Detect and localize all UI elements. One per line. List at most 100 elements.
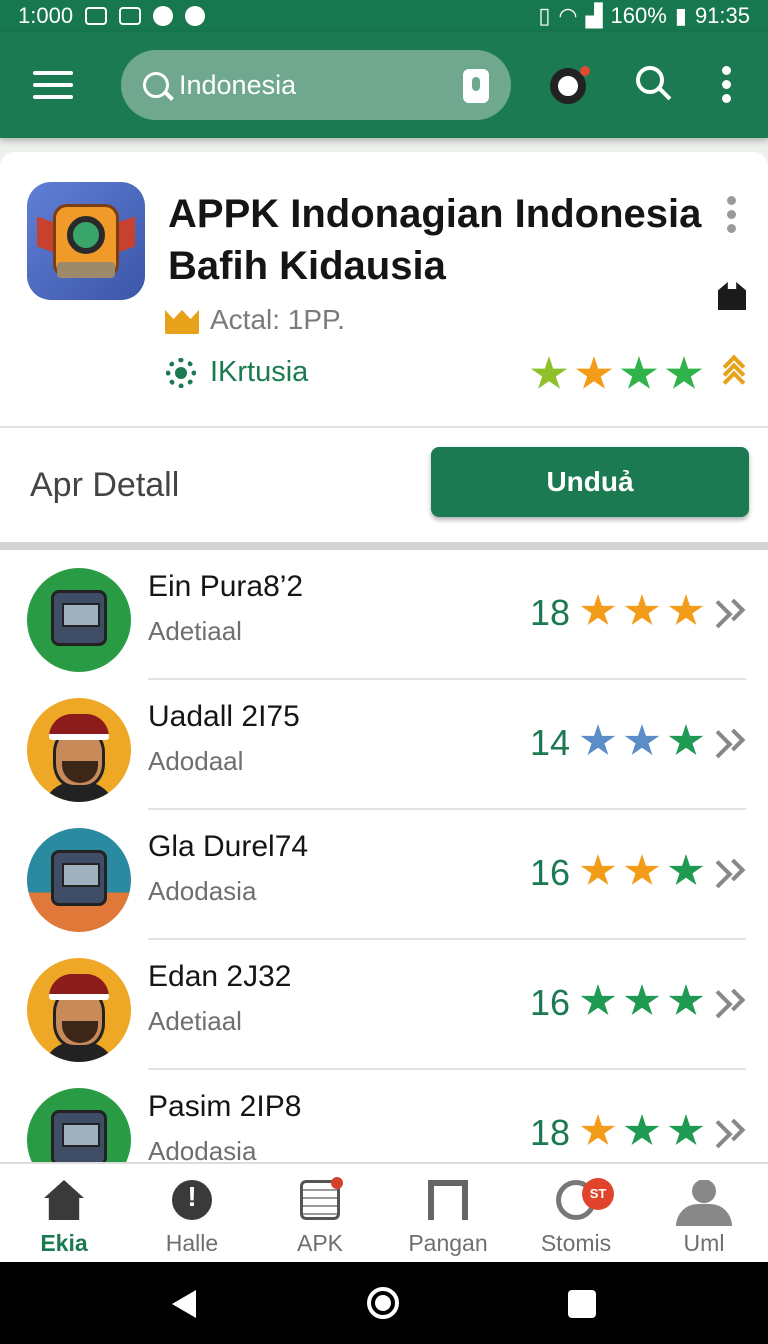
nav-item-label: Ekia [40,1230,88,1256]
list-item[interactable]: Edan 2J32 Adetiaal 16 [0,940,768,1070]
nav-item-pangan[interactable]: Pangan [384,1164,512,1264]
chevron-right-icon[interactable] [722,598,746,622]
star-icon [624,854,660,885]
developer-link[interactable]: IKrtusia [210,356,308,389]
star-icon [580,854,616,885]
app-rating-stars [530,356,703,392]
nav-item-label: Uml [683,1230,725,1256]
chevron-right-icon[interactable] [722,858,746,882]
list-item-subtitle: Adodasia [148,1136,257,1162]
star-icon [580,724,616,755]
more-options-icon[interactable] [722,66,732,108]
list-item-rating [580,854,704,888]
list-item-name: Gla Durel74 [148,830,309,863]
star-icon [668,594,704,625]
status-time-left: 1:000 [18,3,74,28]
app-title-line1: APPK Indonagian Indonesia [168,192,702,236]
alert-icon [172,1180,212,1220]
nav-item-label: Stomis [540,1230,612,1256]
star-icon [530,356,568,389]
battery-percent: 160% [610,3,667,28]
list-item-count: 18 [530,1112,571,1153]
star-icon [580,594,616,625]
crown-icon [165,308,199,334]
back-icon[interactable] [172,1290,196,1318]
app-icon [27,182,145,300]
home-button-icon[interactable] [367,1287,399,1319]
pangan-icon [428,1180,468,1220]
nav-item-label: Pangan [408,1230,488,1256]
user-icon [676,1204,732,1226]
star-icon [668,854,704,885]
chevron-right-icon[interactable] [722,1118,746,1142]
list-item[interactable]: Ein Pura8’2 Adetiaal 18 [0,550,768,680]
microphone-icon[interactable] [463,69,489,103]
expand-chevron-icon[interactable] [722,354,746,394]
list-item-name: Pasim 2IP8 [148,1090,302,1123]
signal-icon: ▟ [585,3,603,28]
star-icon [580,984,616,1015]
notification-icon [85,7,108,25]
status-bar: 1:000 ▯ ◠ ▟ 160% ▮ 91:35 [0,0,768,32]
notification-badge: ST [582,1178,614,1210]
notification-icon [153,6,174,26]
chevron-right-icon[interactable] [722,988,746,1012]
avatar [27,828,131,932]
card-more-icon[interactable] [727,196,737,238]
list-item[interactable]: Uadall 2I75 Adodaal 14 [0,680,768,810]
app-card: APPK Indonagian Indonesia Bafih Kidausia… [0,152,768,544]
nav-item-halle[interactable]: Halle [128,1164,256,1264]
star-icon [668,724,704,755]
avatar [27,1088,131,1162]
list-item[interactable]: Pasim 2IP8 Adodasia 18 [0,1070,768,1162]
apk-icon [300,1177,343,1220]
download-button[interactable]: Unduả [431,447,749,517]
avatar [27,958,131,1062]
list-item[interactable]: Gla Durel74 Adodasia 16 [0,810,768,940]
bug-icon[interactable] [550,66,590,104]
wifi-icon: ◠ [558,3,578,28]
nav-item-ekia[interactable]: Ekia [0,1164,128,1264]
developer-icon [166,358,196,388]
list-item-subtitle: Adetiaal [148,616,242,646]
star-icon [624,984,660,1015]
list-item-count: 16 [530,852,571,893]
home-icon [44,1180,84,1220]
nav-item-label: APK [296,1230,344,1256]
star-icon [620,356,658,389]
list-item-name: Uadall 2I75 [148,700,300,733]
bookmark-icon[interactable] [718,282,746,310]
star-icon [668,1114,704,1145]
app-title: APPK Indonagian Indonesia Bafih Kidausia [168,188,708,292]
nav-item-stomis[interactable]: ST Stomis [512,1164,640,1264]
avatar [27,568,131,672]
app-title-line2: Bafih Kidausia [168,244,446,288]
star-icon [624,594,660,625]
search-input[interactable]: Indonesia [121,50,511,120]
status-clock: 91:35 [694,3,750,28]
star-icon [580,1114,616,1145]
star-icon [668,984,704,1015]
list-item-subtitle: Adodaal [148,746,244,776]
nav-item-label: Halle [165,1230,219,1256]
list-item-count: 14 [530,722,571,763]
star-icon [624,1114,660,1145]
list-item-count: 16 [530,982,571,1023]
list-item-rating [580,1114,704,1148]
search-icon [143,72,169,98]
nav-item-apk[interactable]: APK [256,1164,384,1264]
list-item-subtitle: Adodasia [148,876,257,906]
list-item-rating [580,594,704,628]
search-icon[interactable] [636,66,664,94]
list-item-rating [580,724,704,758]
menu-icon[interactable] [33,71,73,99]
list-item-subtitle: Adetiaal [148,1006,242,1036]
list-item-name: Edan 2J32 [148,960,292,993]
system-nav-bar [0,1262,768,1344]
app-list: Ein Pura8’2 Adetiaal 18 Uadall 2I75 Adodaal 1… [0,550,768,1162]
search-text: Indonesia [179,69,297,100]
recents-icon[interactable] [568,1290,596,1318]
notification-icon [185,6,206,26]
nav-item-uml[interactable]: Uml [640,1164,768,1264]
chevron-right-icon[interactable] [722,728,746,752]
